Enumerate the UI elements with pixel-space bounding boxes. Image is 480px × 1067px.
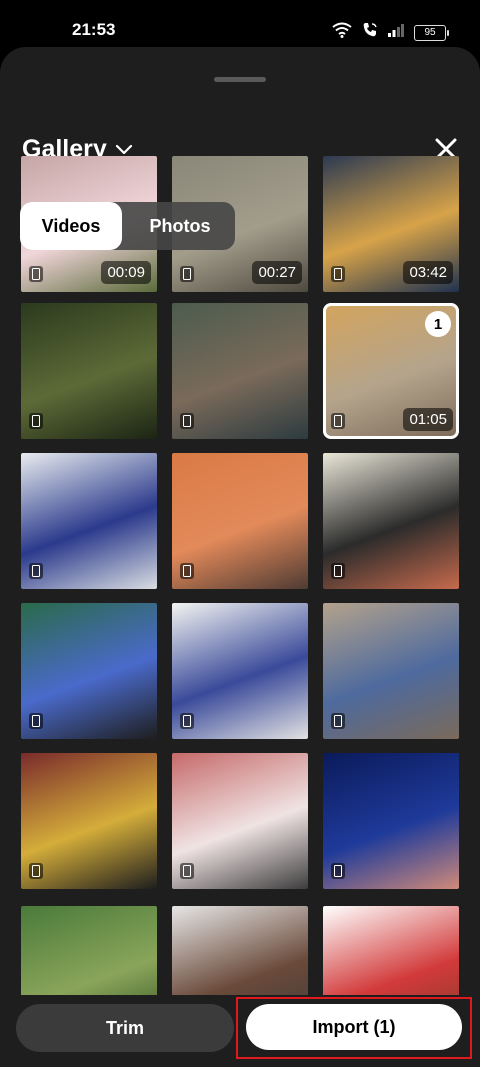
- media-thumbnail[interactable]: [323, 753, 459, 889]
- video-type-icon: [29, 413, 43, 429]
- battery-icon: 95: [414, 24, 449, 41]
- media-type-toggle: Videos Photos: [20, 202, 235, 250]
- status-bar: 21:53 95: [0, 0, 480, 48]
- media-thumbnail[interactable]: [21, 603, 157, 739]
- video-type-icon: [29, 266, 43, 282]
- gallery-sheet: Gallery 00:09 00:27 03:42 01:05 1 Videos Pho…: [0, 47, 480, 1067]
- drag-handle[interactable]: [214, 77, 266, 82]
- media-thumbnail[interactable]: 01:05 1: [323, 303, 459, 439]
- chevron-down-icon: [115, 144, 132, 154]
- action-bar: Trim Import (1): [0, 995, 480, 1067]
- trim-button[interactable]: Trim: [16, 1004, 234, 1052]
- video-type-icon: [180, 413, 194, 429]
- media-thumbnail[interactable]: [323, 603, 459, 739]
- video-duration: 01:05: [403, 408, 453, 431]
- media-thumbnail[interactable]: [21, 453, 157, 589]
- media-thumbnail[interactable]: [172, 753, 308, 889]
- video-type-icon: [180, 266, 194, 282]
- import-button[interactable]: Import (1): [246, 1004, 462, 1050]
- media-thumbnail[interactable]: [21, 753, 157, 889]
- tab-photos[interactable]: Photos: [125, 202, 235, 250]
- wifi-icon: [332, 22, 352, 43]
- video-type-icon: [331, 713, 345, 729]
- video-type-icon: [331, 266, 345, 282]
- media-thumbnail[interactable]: [21, 303, 157, 439]
- wifi-call-icon: [362, 22, 378, 43]
- video-duration: 00:27: [252, 261, 302, 284]
- status-time: 21:53: [72, 20, 116, 39]
- media-grid: 00:09 00:27 03:42 01:05 1: [0, 156, 480, 1042]
- selection-badge: 1: [425, 311, 451, 337]
- media-thumbnail[interactable]: [172, 303, 308, 439]
- media-thumbnail[interactable]: [172, 603, 308, 739]
- video-type-icon: [29, 563, 43, 579]
- video-type-icon: [29, 713, 43, 729]
- video-duration: 00:09: [101, 261, 151, 284]
- import-highlight: Import (1): [236, 997, 472, 1059]
- media-thumbnail[interactable]: [323, 453, 459, 589]
- video-type-icon: [180, 863, 194, 879]
- media-thumbnail[interactable]: 03:42: [323, 156, 459, 292]
- video-type-icon: [331, 863, 345, 879]
- video-type-icon: [29, 863, 43, 879]
- tab-videos[interactable]: Videos: [20, 202, 122, 250]
- video-type-icon: [180, 713, 194, 729]
- video-type-icon: [331, 413, 345, 429]
- signal-icon: [388, 23, 404, 42]
- media-thumbnail[interactable]: [172, 453, 308, 589]
- video-duration: 03:42: [403, 261, 453, 284]
- status-icons: 95: [332, 22, 449, 43]
- video-type-icon: [331, 563, 345, 579]
- video-type-icon: [180, 563, 194, 579]
